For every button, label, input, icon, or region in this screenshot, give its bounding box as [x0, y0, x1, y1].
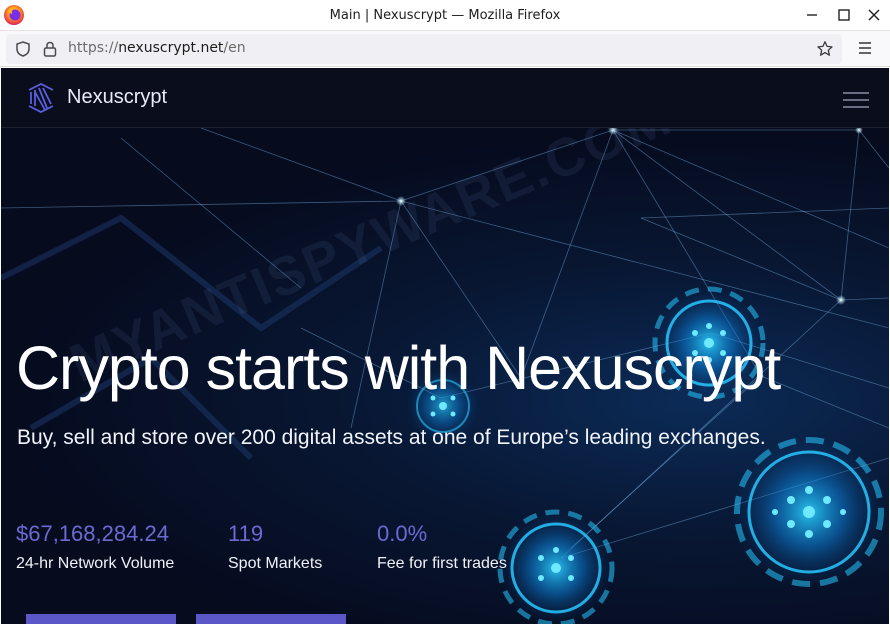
stat-label: Fee for first trades — [377, 555, 507, 572]
menu-icon[interactable] — [856, 40, 874, 56]
hero-section: MYANTISPYWARE.COM Crypto starts with Nex… — [1, 128, 889, 624]
url-host: nexuscrypt.net — [118, 40, 224, 56]
brand-name[interactable]: Nexuscrypt — [67, 86, 167, 109]
minimize-icon[interactable] — [802, 5, 822, 25]
nexuscrypt-logo-icon[interactable] — [25, 82, 57, 114]
shield-icon[interactable] — [14, 40, 32, 58]
hero-title: Crypto starts with Nexuscrypt — [16, 334, 781, 402]
page-viewport: Nexuscrypt MYANTISPYWARE.COM Crypto star… — [1, 68, 889, 624]
navigation-toolbar: https://nexuscrypt.net/en — [0, 31, 890, 67]
url-scheme: https:// — [68, 40, 119, 56]
stat-label: 24-hr Network Volume — [16, 555, 175, 572]
url-path: /en — [223, 40, 246, 56]
window-title: Main | Nexuscrypt — Mozilla Firefox — [329, 8, 561, 23]
lock-icon[interactable] — [42, 40, 58, 58]
window-titlebar: Main | Nexuscrypt — Mozilla Firefox — [0, 0, 890, 31]
secondary-cta-button[interactable] — [196, 614, 346, 624]
stat-value: 119 — [228, 521, 264, 546]
site-header: Nexuscrypt — [1, 68, 889, 128]
primary-cta-button[interactable] — [26, 614, 176, 624]
stat-label: Spot Markets — [228, 555, 323, 572]
stat-network-volume: $67,168,284.24 24-hr Network Volume — [16, 521, 174, 573]
url-bar[interactable]: https://nexuscrypt.net/en — [6, 34, 842, 64]
stat-spot-markets: 119 Spot Markets — [228, 521, 322, 573]
stat-value: 0.0% — [377, 521, 428, 546]
stat-value: $67,168,284.24 — [16, 521, 169, 546]
maximize-icon[interactable] — [834, 5, 854, 25]
star-icon[interactable] — [816, 40, 834, 58]
url-text[interactable]: https://nexuscrypt.net/en — [68, 40, 246, 56]
hero-subtitle: Buy, sell and store over 200 digital ass… — [17, 426, 766, 449]
close-icon[interactable] — [864, 5, 884, 25]
stat-fee: 0.0% Fee for first trades — [377, 521, 507, 573]
hamburger-icon[interactable] — [843, 90, 869, 110]
